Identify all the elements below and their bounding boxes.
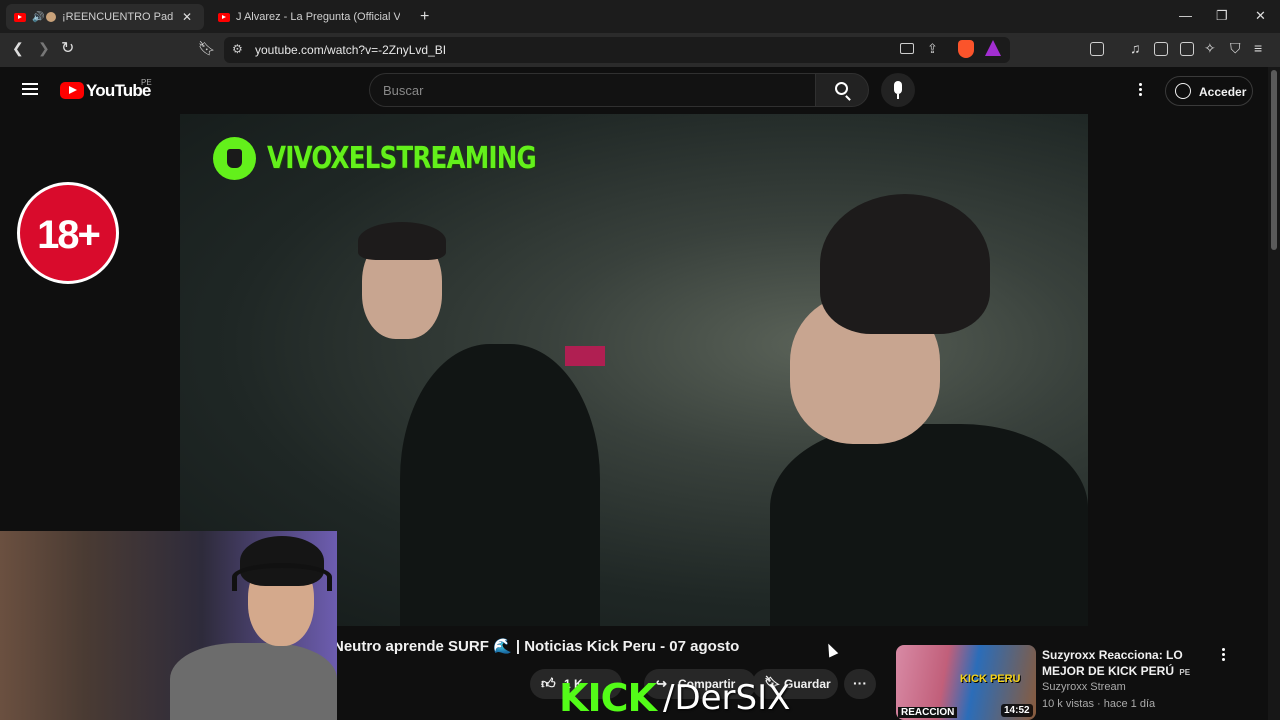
cast-icon[interactable]	[900, 43, 914, 54]
age-restriction-badge: 18+	[17, 182, 119, 284]
account-icon	[1175, 83, 1191, 99]
video-background-light	[565, 346, 605, 366]
close-window-button[interactable]: ✕	[1255, 8, 1266, 24]
url-text[interactable]: youtube.com/watch?v=-2ZnyLvd_BI	[255, 43, 446, 57]
more-icon: ···	[853, 675, 867, 691]
menu-icon[interactable]	[22, 83, 38, 95]
save-label: Guardar	[784, 677, 831, 691]
tab-music-video[interactable]: J Alvarez - La Pregunta (Official Video)	[210, 4, 410, 30]
sign-in-label: Acceder	[1199, 85, 1247, 99]
leo-ai-icon[interactable]: ✧	[1204, 40, 1216, 57]
browser-menu-icon[interactable]: ≡	[1254, 40, 1262, 56]
channel-overlay-name: VIVOXELSTREAMING	[267, 141, 537, 176]
webcam-overlay	[0, 531, 337, 720]
brave-rewards-icon[interactable]	[985, 40, 1001, 56]
recommended-more-icon[interactable]	[1222, 648, 1225, 663]
emoji-favicon-icon	[46, 12, 56, 22]
tab-title: J Alvarez - La Pregunta (Official Video)	[236, 11, 400, 23]
sign-in-button[interactable]: Acceder	[1165, 76, 1253, 106]
youtube-logo-icon[interactable]	[60, 82, 84, 99]
reload-icon[interactable]: ↻	[61, 38, 74, 58]
thumbnail-text: KICK PERU	[960, 673, 1021, 685]
kick-logo: KICK	[559, 676, 657, 720]
brave-shields-icon[interactable]	[958, 40, 974, 58]
wallet-icon[interactable]	[1180, 42, 1194, 56]
tab-close-icon[interactable]: ✕	[182, 10, 192, 24]
scrollbar-thumb[interactable]	[1271, 70, 1277, 250]
mic-icon	[894, 81, 902, 94]
browser-toolbar: ❮ ❯ ↻ 🔖︎ ⚙ youtube.com/watch?v=-2ZnyLvd_…	[0, 33, 1280, 67]
like-icon: 👍︎	[541, 675, 556, 691]
more-actions-button[interactable]: ···	[844, 669, 876, 699]
maximize-button[interactable]: ❐	[1216, 8, 1228, 24]
speaker-icon[interactable]: 🔊	[32, 12, 44, 23]
reading-view-icon[interactable]	[1154, 42, 1168, 56]
video-hair-left	[358, 222, 446, 260]
youtube-favicon-icon	[14, 12, 26, 22]
recommended-meta: 10 k vistas · hace 1 día	[1042, 698, 1156, 710]
site-settings-icon[interactable]: ⚙	[232, 42, 243, 56]
tab-title: ¡REENCUENTRO Padre y S	[62, 11, 174, 23]
webcam-body	[170, 643, 337, 720]
new-tab-button[interactable]: +	[420, 8, 429, 26]
recommended-country-code: PE	[1179, 668, 1191, 677]
mic-icon-stand	[897, 94, 899, 99]
forward-icon[interactable]: ❯	[38, 40, 50, 57]
search-placeholder: Buscar	[383, 83, 424, 98]
video-person-left	[400, 344, 600, 626]
video-duration: 14:52	[1001, 704, 1033, 717]
recommended-channel[interactable]: Suzyroxx Stream	[1042, 681, 1126, 693]
back-icon[interactable]: ❮	[12, 40, 24, 57]
address-bar[interactable]: ⚙ youtube.com/watch?v=-2ZnyLvd_BI ⇪	[224, 37, 1010, 63]
thumbnail-label: REACCION	[898, 707, 958, 718]
headphones-icon	[232, 563, 332, 591]
kick-handle: /DerSIX	[663, 678, 791, 718]
recommended-title[interactable]: Suzyroxx Reacciona: LO MEJOR DE KICK PER…	[1042, 647, 1217, 681]
video-hair-right	[820, 194, 990, 334]
share-icon[interactable]: ⇪	[927, 41, 938, 57]
search-button[interactable]	[815, 73, 869, 107]
vpn-icon[interactable]: ⛉	[1230, 40, 1241, 57]
settings-more-icon[interactable]	[1139, 83, 1143, 97]
tab-active-video[interactable]: 🔊 ¡REENCUENTRO Padre y S ✕	[6, 4, 204, 30]
age-badge-text: 18+	[37, 213, 101, 257]
channel-overlay-logo	[213, 137, 256, 180]
recommended-title-text: Suzyroxx Reacciona: LO MEJOR DE KICK PER…	[1042, 648, 1183, 678]
search-input[interactable]: Buscar	[369, 73, 816, 107]
media-icon[interactable]: ♫	[1130, 40, 1141, 56]
bookmark-icon[interactable]: 🔖︎	[198, 40, 216, 57]
video-title: Neutro aprende SURF 🌊 | Noticias Kick Pe…	[333, 638, 740, 655]
youtube-favicon-icon	[218, 12, 230, 22]
minimize-button[interactable]: —	[1179, 8, 1192, 23]
search-icon	[835, 82, 848, 95]
voice-search-button[interactable]	[881, 73, 915, 107]
video-person-right	[770, 424, 1088, 626]
country-code: PE	[141, 78, 152, 87]
mouse-cursor-icon	[823, 641, 839, 658]
youtube-header: YouTube PE Buscar Acceder	[0, 67, 1268, 114]
browser-tab-bar: 🔊 ¡REENCUENTRO Padre y S ✕ J Alvarez - L…	[0, 0, 1280, 33]
search-icon-handle	[845, 95, 851, 101]
sidebar-toggle-icon[interactable]	[1090, 42, 1104, 56]
